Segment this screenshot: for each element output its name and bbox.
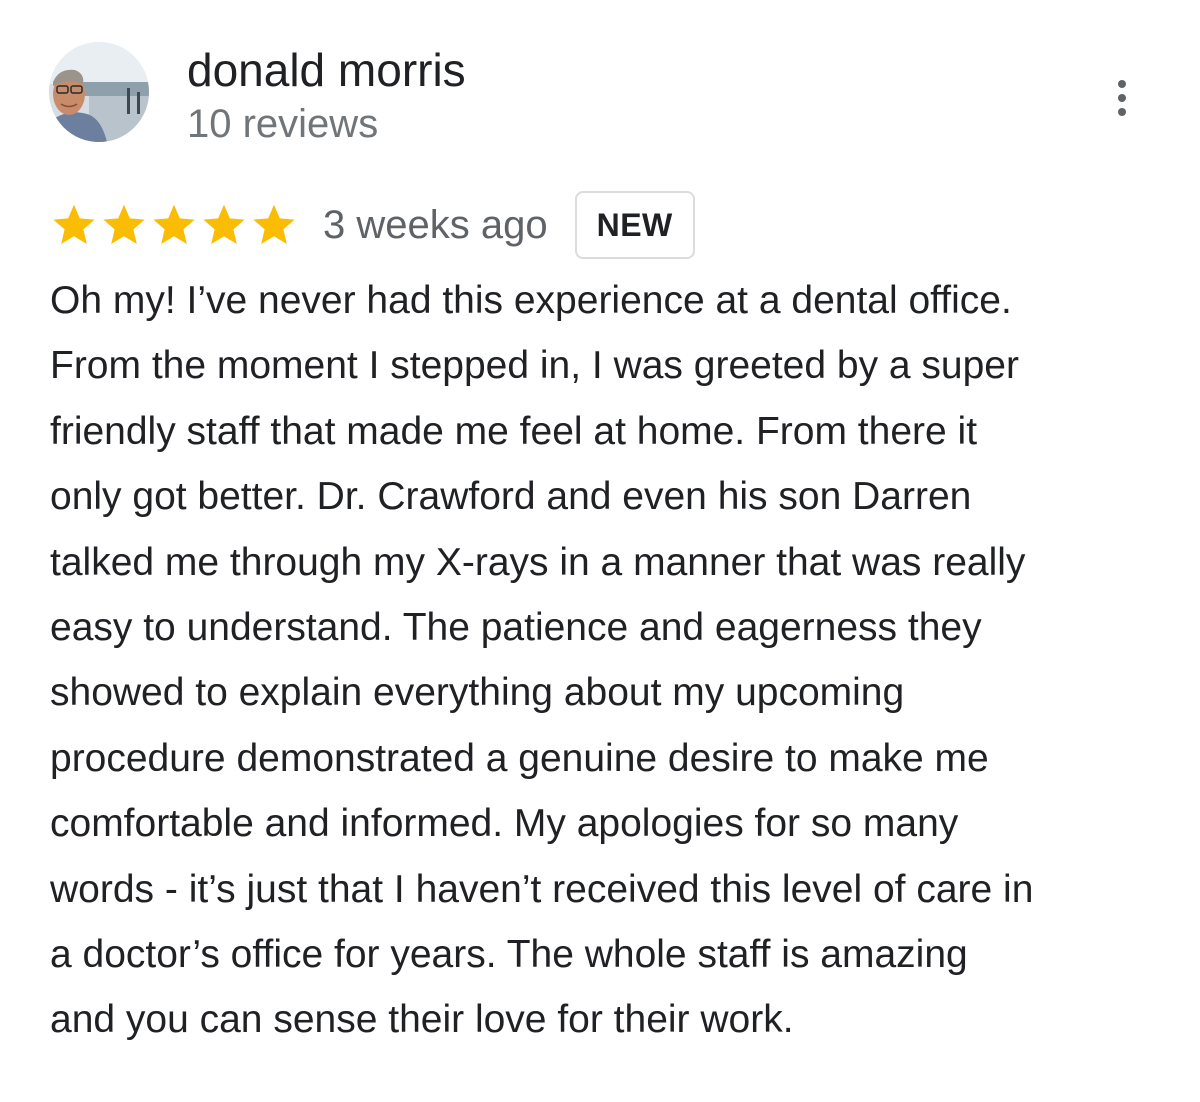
review-text-line: showed to explain everything about my up…: [50, 671, 905, 715]
review-text-line: friendly staff that made me feel at home…: [50, 409, 978, 453]
star-icon: [103, 204, 145, 244]
more-vert-icon-dot: [1118, 94, 1126, 102]
avatar-photo: [49, 42, 149, 142]
reviewer-avatar[interactable]: [49, 42, 149, 142]
new-badge: NEW: [574, 191, 695, 259]
review-text-line: words - it’s just that I haven’t receive…: [50, 867, 1034, 911]
more-vert-icon-dot: [1118, 80, 1126, 88]
review-text-line: a doctor’s office for years. The whole s…: [50, 933, 968, 977]
star-icon: [53, 204, 95, 244]
reviewer-name[interactable]: donald morris: [187, 40, 466, 100]
reviewer-review-count[interactable]: 10 reviews: [187, 96, 378, 152]
review-text-line: talked me through my X-rays in a manner …: [50, 540, 1026, 584]
review-date: 3 weeks ago: [323, 203, 548, 247]
review-text-line: Oh my! I’ve never had this experience at…: [50, 279, 1012, 322]
review-text-line: From the moment I stepped in, I was gree…: [50, 344, 1019, 388]
review-text-line: only got better. Dr. Crawford and even h…: [50, 475, 972, 519]
review-text: Oh my! I’ve never had this experience at…: [50, 268, 1160, 1053]
more-vert-icon-dot: [1118, 108, 1126, 116]
review-text-line: easy to understand. The patience and eag…: [50, 606, 982, 650]
review-text-line: and you can sense their love for their w…: [50, 998, 794, 1042]
star-icon: [203, 204, 245, 244]
review-text-line: procedure demonstrated a genuine desire …: [50, 736, 989, 780]
more-options-button[interactable]: [1100, 70, 1144, 126]
star-icon: [253, 204, 295, 244]
rating-row: 3 weeks ago NEW: [50, 190, 695, 260]
star-rating: [50, 201, 298, 249]
star-icon: [153, 204, 195, 244]
review-text-line: comfortable and informed. My apologies f…: [50, 802, 959, 846]
